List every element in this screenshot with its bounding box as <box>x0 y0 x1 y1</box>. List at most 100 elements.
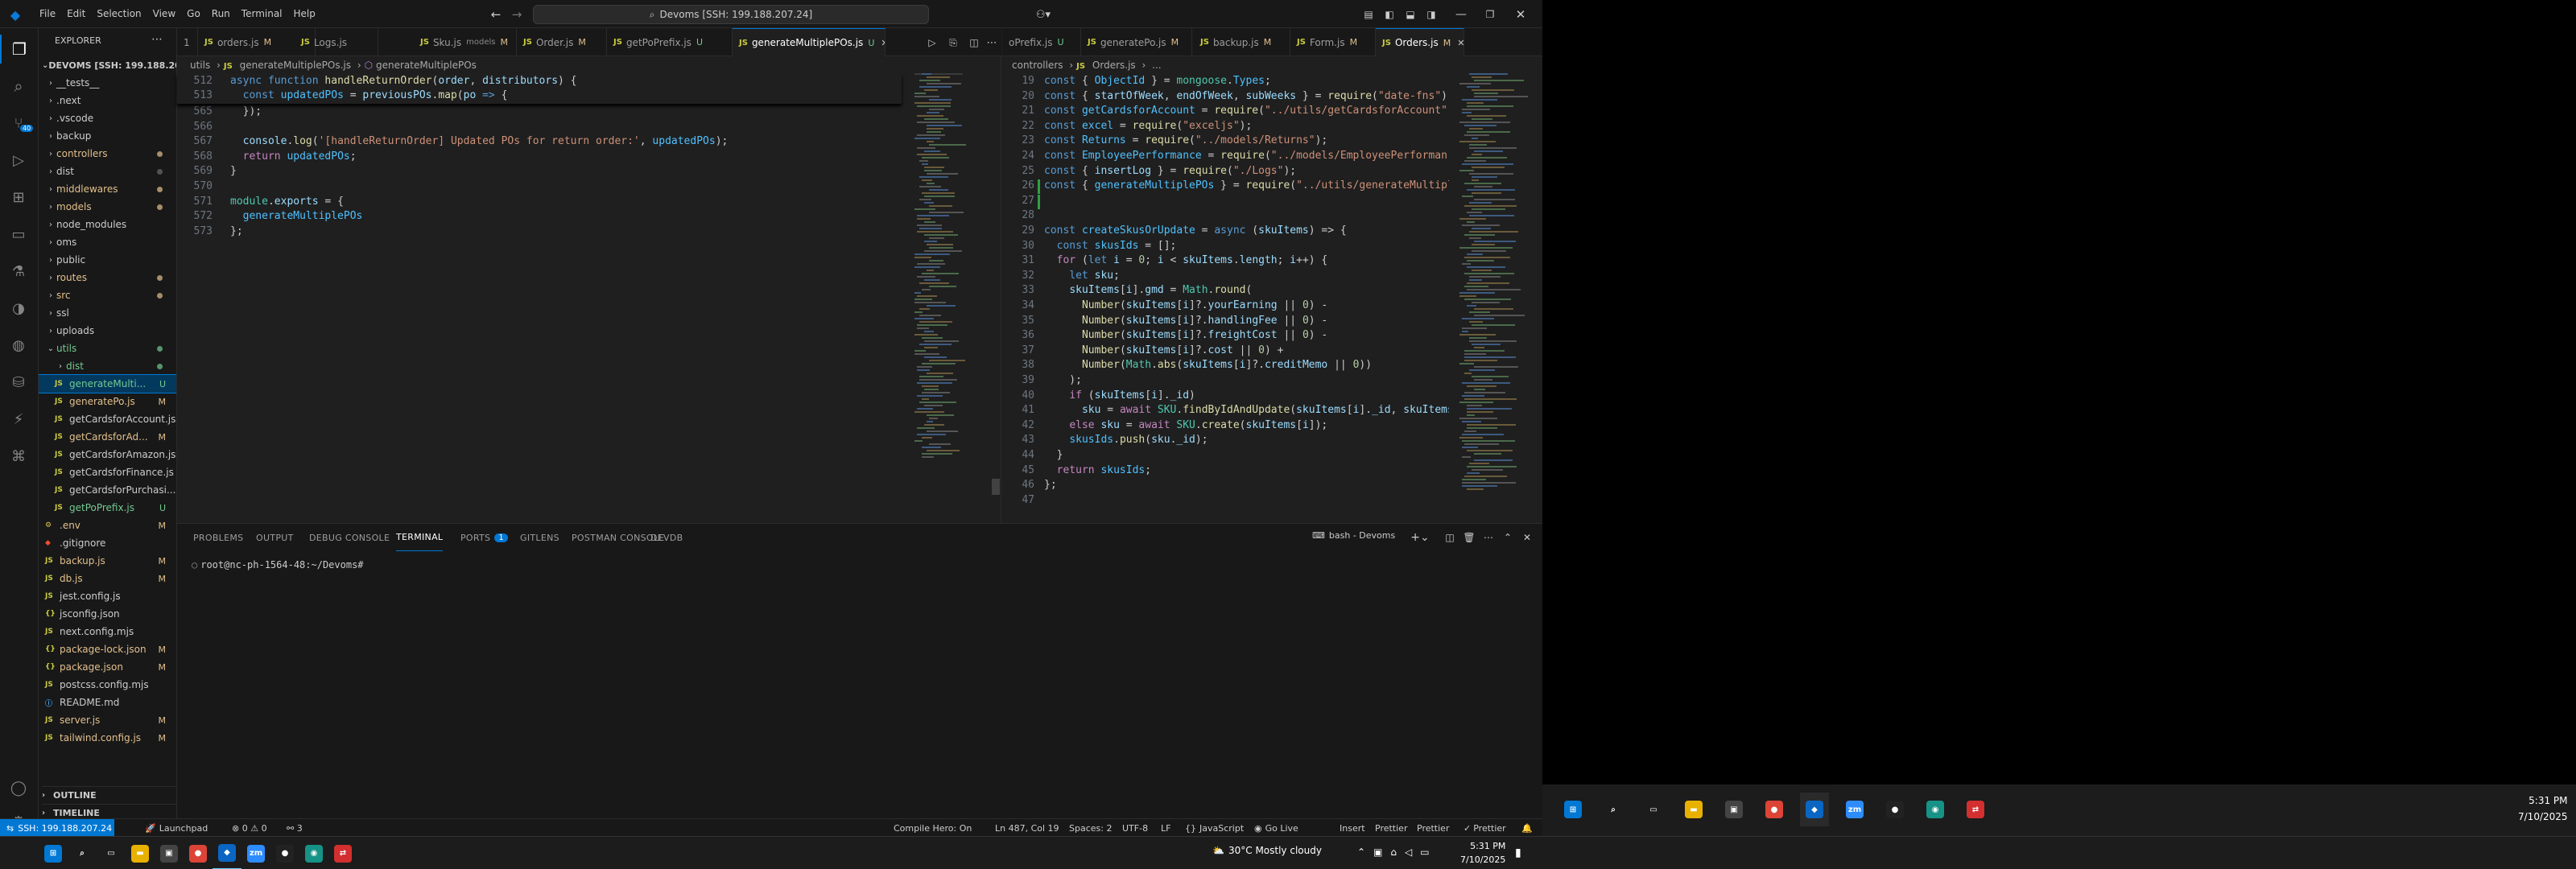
panel-tab[interactable]: PROBLEMS <box>193 524 243 551</box>
close-panel-icon[interactable]: ✕ <box>1520 530 1534 545</box>
tree-item[interactable]: › oms <box>39 233 176 251</box>
tree-item[interactable]: JS postcss.config.mjs <box>39 676 176 694</box>
breadcrumb-item[interactable]: Orders.js <box>1092 60 1136 71</box>
tree-item[interactable]: ⚙ .env M <box>39 517 176 534</box>
source-control-icon[interactable]: ⑂ 40 <box>0 109 37 138</box>
minimap-left[interactable] <box>914 73 987 524</box>
tree-item[interactable]: JS getPoPrefix.js U <box>39 499 176 517</box>
postman-icon[interactable]: ◍ <box>0 331 37 360</box>
tree-item[interactable]: › .next <box>39 92 176 109</box>
explorer-icon[interactable]: ❐ <box>0 35 37 64</box>
menu-run[interactable]: Run <box>206 8 236 19</box>
battery-icon[interactable]: ▭ <box>1420 846 1429 858</box>
network-icon[interactable]: ⌂ <box>1390 846 1397 858</box>
tree-item[interactable]: JS db.js M <box>39 570 176 587</box>
editor-more-icon[interactable]: ⋯ <box>984 35 1000 51</box>
panel-tab[interactable]: TERMINAL <box>396 524 444 551</box>
split-terminal-icon[interactable]: ◫ <box>1443 530 1457 545</box>
back-arrow-icon[interactable]: ← <box>488 6 504 23</box>
close-window-icon[interactable]: ✕ <box>1509 5 1533 24</box>
taskbar-app-red[interactable]: ⇄ <box>328 837 357 869</box>
tree-item[interactable]: › models <box>39 198 176 216</box>
account-icon[interactable]: ◯ <box>0 773 37 802</box>
tree-item[interactable]: JS getCardsforFinance.js <box>39 463 176 481</box>
encoding[interactable]: UTF-8 <box>1122 819 1148 836</box>
taskbar-app-gitkraken[interactable]: ◉ <box>299 837 328 869</box>
taskbar-store[interactable]: ▣ <box>1719 793 1748 826</box>
editor-tab[interactable]: JS Order.js M <box>517 28 607 56</box>
customize-layout-icon[interactable]: ▤ <box>1360 6 1377 23</box>
devdb-icon[interactable]: ⛁ <box>0 368 37 397</box>
tree-item[interactable]: › ssl <box>39 304 176 322</box>
run-debug-icon[interactable]: ▷ <box>0 146 37 175</box>
breadcrumb-item[interactable]: controllers <box>1012 60 1063 71</box>
prettier-item-2[interactable]: Prettier <box>1417 819 1449 836</box>
tree-item[interactable]: › __tests__ <box>39 74 176 92</box>
toggle-secondary-sidebar-icon[interactable]: ◨ <box>1423 6 1439 23</box>
editor-tab[interactable]: JS backup.js M <box>1194 28 1290 56</box>
tree-item[interactable]: JS jest.config.js <box>39 587 176 605</box>
more-actions-icon[interactable]: ⋯ <box>151 33 163 46</box>
minimap-right[interactable] <box>1459 73 1540 524</box>
taskbar-app-bot[interactable]: ● <box>1880 793 1909 826</box>
tree-item[interactable]: › dist <box>39 357 176 375</box>
tree-item[interactable]: JS next.config.mjs <box>39 623 176 640</box>
live-share-icon[interactable]: ⚡ <box>0 405 37 434</box>
tree-item[interactable]: › middlewares <box>39 180 176 198</box>
taskbar-vscode[interactable]: ◆ <box>1800 793 1829 826</box>
toggle-panel-icon[interactable]: ⬓ <box>1402 6 1418 23</box>
editor-tab[interactable]: JS Logs.js <box>295 28 378 56</box>
kill-terminal-icon[interactable]: 🗑 <box>1462 530 1476 545</box>
split-editor-icon[interactable]: ◫ <box>966 35 982 51</box>
forward-arrow-icon[interactable]: → <box>509 6 525 23</box>
menu-terminal[interactable]: Terminal <box>236 8 288 19</box>
maximize-panel-icon[interactable]: ⌃ <box>1501 530 1515 545</box>
tree-item[interactable]: {} package.json M <box>39 658 176 676</box>
cursor-position[interactable]: Ln 487, Col 19 <box>995 819 1059 836</box>
notification-center-icon[interactable]: ▮ <box>1515 846 1521 859</box>
close-tab-icon[interactable]: ✕ <box>1457 38 1463 48</box>
tree-item[interactable]: › public <box>39 251 176 269</box>
search-activity-icon[interactable]: ⌕ <box>0 72 37 101</box>
tree-item[interactable]: JS tailwind.config.js M <box>39 729 176 747</box>
taskbar-task-view[interactable]: ▭ <box>97 837 126 869</box>
tree-item[interactable]: ⌄ utils <box>39 340 176 357</box>
menu-file[interactable]: File <box>34 8 61 19</box>
taskbar-chrome[interactable]: ● <box>1760 793 1789 826</box>
scrollbar-left[interactable] <box>992 479 1000 495</box>
volume-icon[interactable]: ◁ <box>1405 846 1412 858</box>
extensions-icon[interactable]: ⊞ <box>0 183 37 212</box>
menu-go[interactable]: Go <box>181 8 206 19</box>
tray-chevron-icon[interactable]: ⌃ <box>1357 846 1365 858</box>
menu-help[interactable]: Help <box>288 8 321 19</box>
tree-item[interactable]: › node_modules <box>39 216 176 233</box>
panel-more-icon[interactable]: ⋯ <box>1481 530 1496 545</box>
tree-item[interactable]: {} package-lock.json M <box>39 640 176 658</box>
code-right[interactable]: 19 const { ObjectId } = mongoose.Types;co… <box>1002 75 1449 521</box>
taskbar-app-gitkraken[interactable]: ◉ <box>1921 793 1950 826</box>
notifications-bell[interactable]: 🔔 <box>1521 819 1533 836</box>
taskbar-task-view[interactable]: ▭ <box>1639 793 1668 826</box>
taskbar-search[interactable]: ⌕ <box>1599 793 1628 826</box>
panel-tab[interactable]: PORTS 1 <box>460 524 509 551</box>
prettier-item-1[interactable]: Prettier <box>1375 819 1407 836</box>
terminal-output[interactable]: ○ root@nc-ph-1564-48:~/Devoms# <box>192 559 364 570</box>
taskbar-store[interactable]: ▣ <box>155 837 184 869</box>
remote-indicator[interactable]: ⇆ SSH: 199.188.207.24 <box>0 819 114 836</box>
menu-view[interactable]: View <box>147 8 181 19</box>
secondary-clock[interactable]: 5:31 PM 7/10/2025 <box>2518 793 2568 825</box>
tree-item[interactable]: JS generatePo.js M <box>39 393 176 410</box>
tree-item[interactable]: › uploads <box>39 322 176 340</box>
taskbar-file-explorer[interactable]: ▬ <box>126 837 155 869</box>
taskbar-start[interactable]: ⊞ <box>1558 793 1587 826</box>
breadcrumb-item[interactable]: utils <box>190 60 210 71</box>
tray-app-icon[interactable]: ▣ <box>1373 846 1382 858</box>
go-live[interactable]: ◉ Go Live <box>1254 819 1298 836</box>
editor-tab[interactable]: JSgenerateMultiplePOs.js U ✕ <box>733 28 886 56</box>
tree-item[interactable]: › dist <box>39 163 176 180</box>
minimize-icon[interactable]: — <box>1449 5 1473 24</box>
taskbar-app-bot[interactable]: ● <box>270 837 299 869</box>
editor-tab[interactable]: JS generatePo.js M <box>1081 28 1192 56</box>
tree-item[interactable]: ◆ .gitignore <box>39 534 176 552</box>
panel-tab[interactable]: DEVDB <box>650 524 683 551</box>
